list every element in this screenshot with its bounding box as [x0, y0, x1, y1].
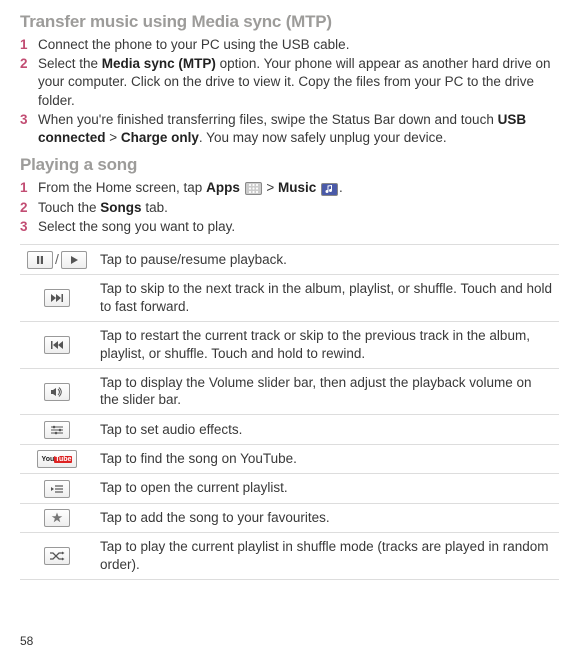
control-description: Tap to find the song on YouTube. [94, 444, 559, 473]
shuffle-icon [44, 547, 70, 565]
table-row: Tap to add the song to your favourites. [20, 503, 559, 532]
bold-text: Apps [206, 180, 240, 195]
apps-grid-icon [245, 182, 262, 195]
control-description: Tap to display the Volume slider bar, th… [94, 368, 559, 415]
control-description: Tap to set audio effects. [94, 415, 559, 444]
text-run: tab. [142, 200, 168, 215]
step-number: 1 [20, 36, 38, 54]
playlist-icon [44, 480, 70, 498]
control-description: Tap to pause/resume playback. [94, 244, 559, 274]
step-number: 2 [20, 55, 38, 73]
step-text: When you're finished transferring files,… [38, 111, 559, 147]
step-number: 3 [20, 111, 38, 129]
table-row: Tap to display the Volume slider bar, th… [20, 368, 559, 415]
step-text: Touch the Songs tab. [38, 199, 559, 217]
text-run [316, 180, 320, 195]
text-run: > [106, 130, 121, 145]
step-item: 3Select the song you want to play. [20, 218, 559, 236]
table-row: Tap to skip to the next track in the alb… [20, 275, 559, 322]
table-row: Tap to open the current playlist. [20, 474, 559, 503]
control-description: Tap to play the current playlist in shuf… [94, 533, 559, 580]
text-run: From the Home screen, tap [38, 180, 206, 195]
control-description: Tap to restart the current track or skip… [94, 322, 559, 369]
control-description: Tap to open the current playlist. [94, 474, 559, 503]
youtube-icon: YouTube [37, 450, 77, 468]
prev-track-icon [44, 336, 70, 354]
text-run: . [339, 180, 343, 195]
bold-text: Music [278, 180, 316, 195]
step-text: Select the Media sync (MTP) option. Your… [38, 55, 559, 110]
table-row: YouTube Tap to find the song on YouTube. [20, 444, 559, 473]
step-text: From the Home screen, tap Apps > Music . [38, 179, 559, 197]
page-number: 58 [20, 634, 33, 648]
text-run: > [263, 180, 278, 195]
table-row: Tap to restart the current track or skip… [20, 322, 559, 369]
play-icon [61, 251, 87, 269]
step-item: 3When you're finished transferring files… [20, 111, 559, 147]
volume-icon [44, 383, 70, 401]
control-icon-cell [20, 533, 94, 580]
table-row: Tap to play the current playlist in shuf… [20, 533, 559, 580]
control-icon-cell [20, 368, 94, 415]
bold-text: Charge only [121, 130, 199, 145]
controls-body: / Tap to pause/resume playback.Tap to ski… [20, 244, 559, 579]
text-run: Touch the [38, 200, 100, 215]
next-track-icon [44, 289, 70, 307]
table-row: Tap to set audio effects. [20, 415, 559, 444]
control-description: Tap to add the song to your favourites. [94, 503, 559, 532]
controls-table: / Tap to pause/resume playback.Tap to ski… [20, 244, 559, 580]
equalizer-icon [44, 421, 70, 439]
step-item: 2Select the Media sync (MTP) option. You… [20, 55, 559, 110]
text-run: Select the song you want to play. [38, 219, 235, 234]
step-item: 1From the Home screen, tap Apps > Music … [20, 179, 559, 197]
text-run: Connect the phone to your PC using the U… [38, 37, 349, 52]
control-icon-cell: YouTube [20, 444, 94, 473]
pause-icon [27, 251, 53, 269]
control-description: Tap to skip to the next track in the alb… [94, 275, 559, 322]
control-icon-cell: / [20, 244, 94, 274]
bold-text: Media sync (MTP) [102, 56, 216, 71]
steps-playing: 1From the Home screen, tap Apps > Music … [20, 179, 559, 236]
favourite-star-icon [44, 509, 70, 527]
section-title-transfer: Transfer music using Media sync (MTP) [20, 12, 559, 32]
text-run: When you're finished transferring files,… [38, 112, 498, 127]
bold-text: Songs [100, 200, 141, 215]
control-icon-cell [20, 275, 94, 322]
text-run [240, 180, 244, 195]
control-icon-cell [20, 474, 94, 503]
steps-transfer: 1Connect the phone to your PC using the … [20, 36, 559, 147]
control-icon-cell [20, 415, 94, 444]
step-number: 2 [20, 199, 38, 217]
step-item: 2Touch the Songs tab. [20, 199, 559, 217]
music-app-icon [321, 183, 338, 196]
step-text: Select the song you want to play. [38, 218, 559, 236]
control-icon-cell [20, 322, 94, 369]
step-item: 1Connect the phone to your PC using the … [20, 36, 559, 54]
step-number: 3 [20, 218, 38, 236]
separator: / [55, 251, 59, 267]
step-text: Connect the phone to your PC using the U… [38, 36, 559, 54]
table-row: / Tap to pause/resume playback. [20, 244, 559, 274]
control-icon-cell [20, 503, 94, 532]
section-title-playing: Playing a song [20, 155, 559, 175]
text-run: Select the [38, 56, 102, 71]
step-number: 1 [20, 179, 38, 197]
text-run: . You may now safely unplug your device. [199, 130, 447, 145]
